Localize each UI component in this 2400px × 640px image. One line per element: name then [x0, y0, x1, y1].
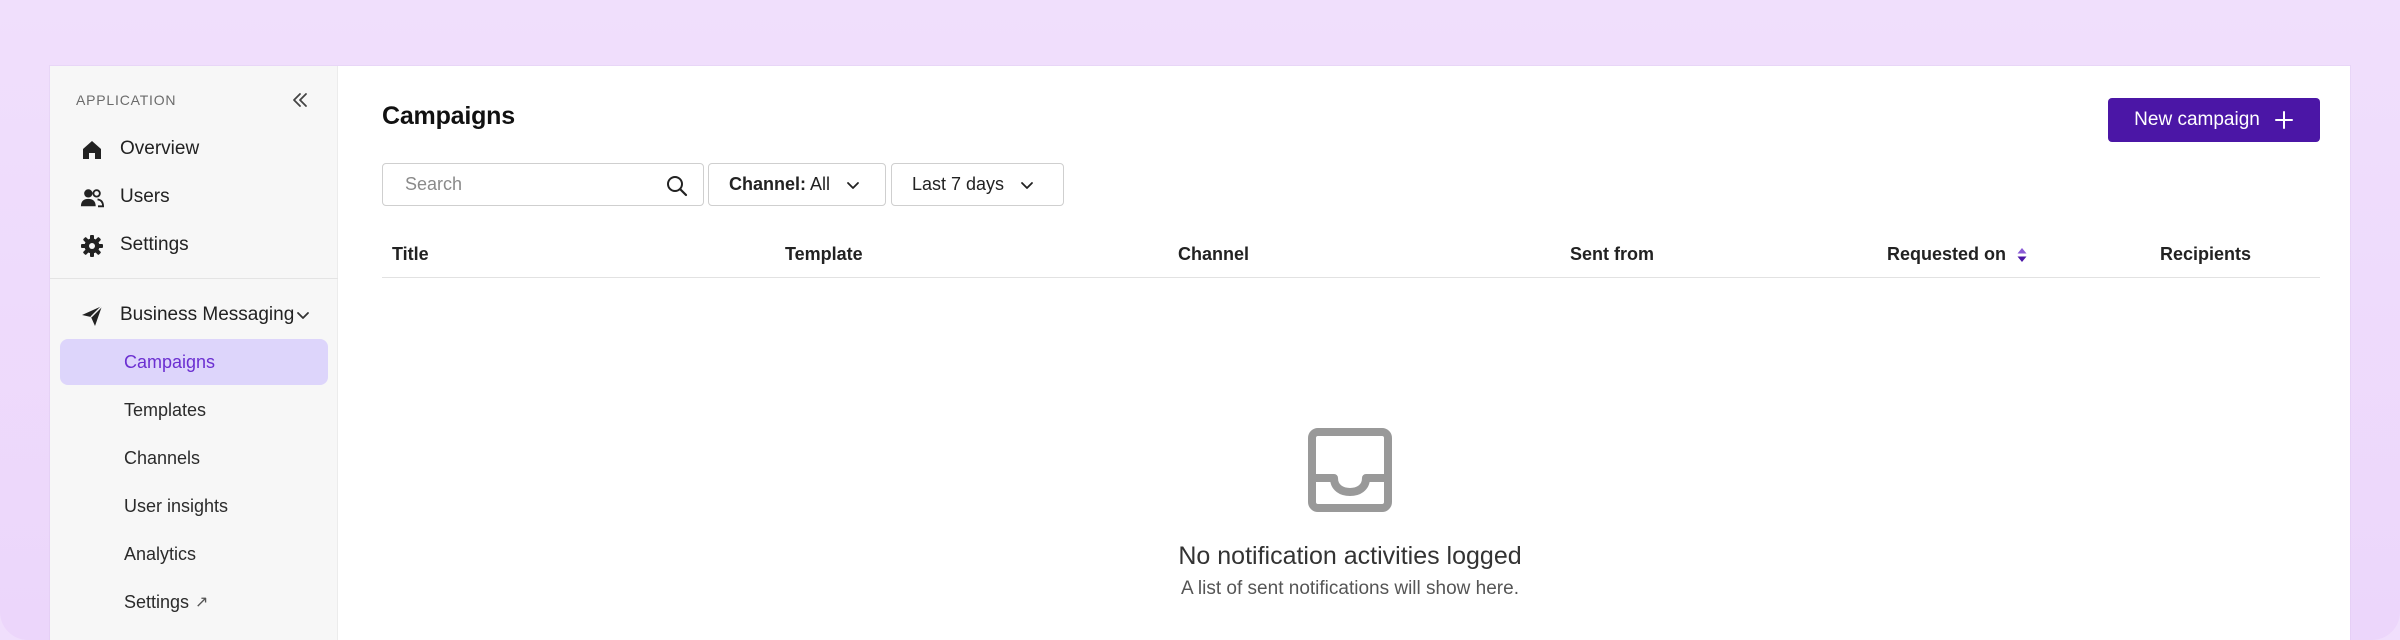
users-icon — [80, 186, 104, 210]
sidebar-item-label: Campaigns — [124, 351, 216, 372]
search-icon[interactable] — [665, 174, 689, 198]
gear-icon — [80, 234, 104, 258]
new-campaign-label: New campaign — [2134, 109, 2260, 130]
sidebar-item-label: Settings — [120, 234, 189, 255]
sidebar-item-analytics[interactable]: Analytics — [60, 531, 328, 577]
sidebar-item-campaigns[interactable]: Campaigns — [60, 339, 328, 385]
sidebar-item-label: Users — [120, 186, 170, 207]
column-header-sent-from[interactable]: Sent from — [1570, 244, 1654, 265]
sidebar-section-label: APPLICATION — [76, 92, 177, 108]
sidebar-item-channels[interactable]: Channels — [60, 435, 328, 481]
column-header-title[interactable]: Title — [392, 244, 429, 265]
column-header-recipients[interactable]: Recipients — [2160, 244, 2251, 265]
column-header-label: Title — [392, 244, 429, 264]
sidebar-item-label: Settings — [124, 591, 190, 612]
chevron-down-icon — [1020, 178, 1034, 192]
date-range-value: Last 7 days — [912, 174, 1005, 194]
column-header-label: Channel — [1178, 244, 1250, 264]
outer-frame: APPLICATION Overview Users Settings Busi… — [0, 0, 2400, 640]
home-icon — [80, 138, 104, 162]
column-header-channel[interactable]: Channel — [1178, 244, 1249, 265]
plus-icon — [2274, 111, 2293, 129]
chevron-down-icon — [292, 304, 314, 326]
sidebar-item-label: Templates — [124, 399, 207, 420]
sidebar-item-label: Channels — [124, 447, 201, 468]
inbox-tray-icon — [1308, 428, 1392, 512]
sort-icon[interactable] — [2016, 246, 2028, 264]
column-header-label: Requested on — [1887, 244, 2007, 264]
channel-filter-value: All — [810, 174, 831, 194]
empty-state-title: No notification activities logged — [1178, 542, 1522, 570]
sidebar-divider — [50, 278, 338, 279]
sidebar-group-label: Business Messaging — [120, 304, 295, 325]
column-header-label: Sent from — [1570, 244, 1655, 264]
sidebar-item-templates[interactable]: Templates — [60, 387, 328, 433]
new-campaign-button[interactable]: New campaign — [2108, 98, 2320, 142]
channel-filter-label: Channel: — [729, 174, 807, 194]
chevron-down-icon — [846, 178, 860, 192]
channel-filter-dropdown[interactable]: Channel: All — [708, 163, 886, 206]
search-box — [382, 163, 704, 206]
sidebar-group-business-messaging[interactable]: Business Messaging — [60, 292, 328, 338]
sidebar-item-label: Overview — [120, 138, 200, 159]
sidebar-item-label: User insights — [124, 495, 229, 516]
sidebar-item-user-insights[interactable]: User insights — [60, 483, 328, 529]
sidebar-item-overview[interactable]: Overview — [60, 126, 328, 172]
column-header-requested-on[interactable]: Requested on — [1887, 244, 2028, 265]
double-chevron-left-icon — [293, 93, 307, 107]
collapse-sidebar-button[interactable] — [288, 88, 312, 112]
external-link-icon: ↗ — [195, 594, 209, 611]
date-range-dropdown[interactable]: Last 7 days — [891, 163, 1064, 206]
column-header-label: Recipients — [2160, 244, 2252, 264]
sidebar-item-label: Analytics — [124, 543, 197, 564]
column-header-label: Template — [785, 244, 863, 264]
page-title: Campaigns — [382, 102, 515, 130]
sidebar: APPLICATION Overview Users Settings Busi… — [50, 66, 338, 640]
column-header-template[interactable]: Template — [785, 244, 863, 265]
app-window: APPLICATION Overview Users Settings Busi… — [50, 66, 2350, 640]
sidebar-item-settings-external[interactable]: Settings ↗ — [60, 579, 328, 625]
paper-plane-icon — [80, 304, 104, 328]
sidebar-item-settings[interactable]: Settings — [60, 222, 328, 268]
sidebar-item-users[interactable]: Users — [60, 174, 328, 220]
empty-state-subtitle: A list of sent notifications will show h… — [1181, 578, 1519, 599]
table-header: Title Template Channel Sent from Request… — [382, 230, 2320, 278]
search-input[interactable] — [383, 164, 663, 205]
